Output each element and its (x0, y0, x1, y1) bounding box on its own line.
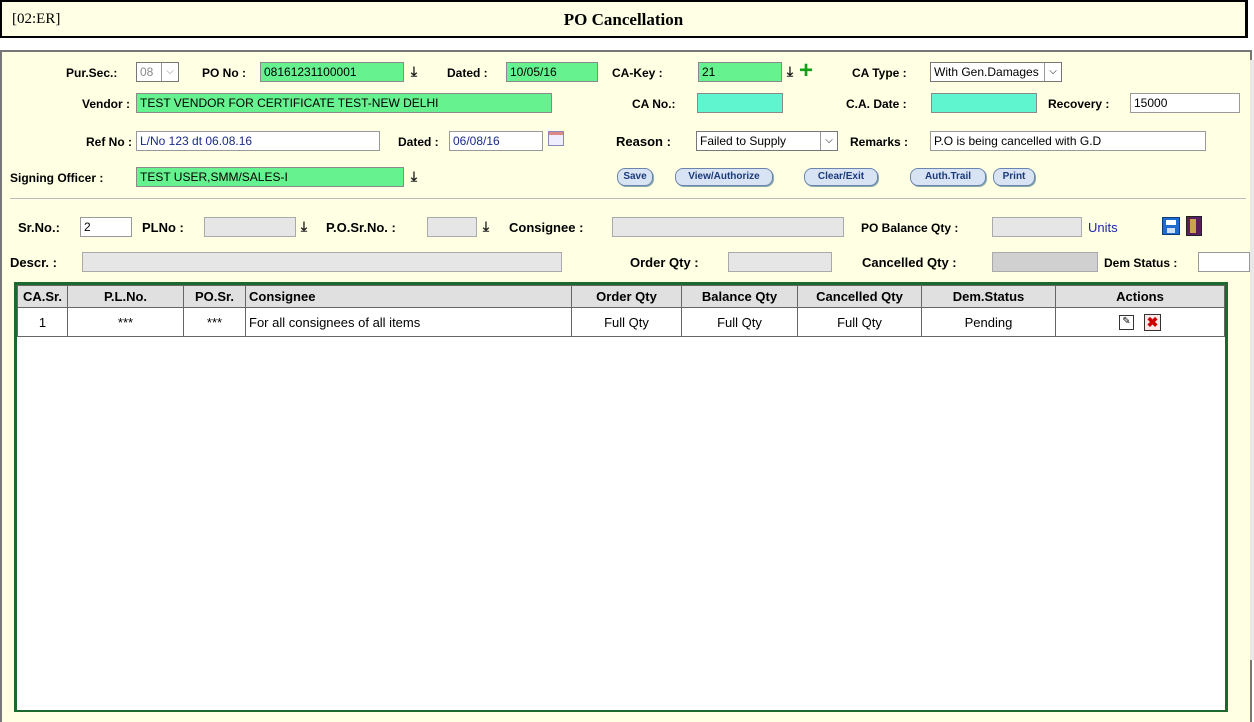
orderqty-field[interactable] (728, 252, 832, 272)
plno-label: PLNo : (142, 220, 184, 235)
cell-actions: ✎ ✖ (1055, 307, 1225, 337)
cancellation-table: CA.Sr. P.L.No. PO.Sr. Consignee Order Qt… (17, 285, 1225, 337)
pobal-label: PO Balance Qty : (861, 221, 959, 235)
descr-label: Descr. : (10, 255, 57, 270)
col-consignee: Consignee (245, 285, 572, 308)
chevron-down-icon: ⌵ (820, 132, 837, 150)
cakey-field[interactable]: 21 (698, 62, 782, 82)
title-bar: [02:ER] PO Cancellation (0, 0, 1248, 38)
print-button[interactable]: Print (993, 168, 1035, 186)
auth-trail-button[interactable]: Auth.Trail (910, 168, 986, 186)
chevron-down-icon: ⌵ (1044, 63, 1061, 81)
cell-cancelled-qty: Full Qty (797, 307, 922, 337)
cell-dem-status: Pending (921, 307, 1056, 337)
demstatus-label: Dem Status : (1104, 256, 1178, 270)
officer-lookup-icon[interactable]: ⤓ (408, 169, 420, 185)
vendor-field[interactable]: TEST VENDOR FOR CERTIFICATE TEST-NEW DEL… (136, 93, 552, 113)
cano-label: CA No.: (632, 97, 676, 111)
cadate-label: C.A. Date : (846, 97, 907, 111)
dated-label: Dated : (447, 66, 488, 80)
po-lookup-icon[interactable]: ⤓ (408, 64, 420, 80)
cancellation-grid: CA.Sr. P.L.No. PO.Sr. Consignee Order Qt… (14, 282, 1228, 712)
cancqty-label: Cancelled Qty : (862, 255, 957, 270)
consignee-label: Consignee : (509, 220, 584, 235)
officer-field[interactable]: TEST USER,SMM/SALES-I (136, 167, 404, 187)
table-row[interactable]: 1 *** *** For all consignees of all item… (17, 307, 1225, 337)
col-balance-qty: Balance Qty (681, 285, 798, 308)
cano-field[interactable] (697, 93, 783, 113)
delete-icon[interactable]: ✖ (1144, 313, 1161, 331)
pursec-select[interactable]: 08 ⌵ (136, 62, 179, 82)
srno-field[interactable]: 2 (80, 217, 132, 237)
calendar-icon[interactable] (548, 131, 564, 146)
pobal-field[interactable] (992, 217, 1082, 237)
add-plus-icon[interactable]: + (797, 59, 815, 83)
floppy-save-icon[interactable] (1162, 217, 1180, 235)
col-actions: Actions (1055, 285, 1225, 308)
plno-lookup-icon[interactable]: ⤓ (298, 219, 310, 235)
recovery-field[interactable]: 15000 (1130, 93, 1240, 113)
pursec-label: Pur.Sec.: (66, 66, 118, 80)
cell-order-qty: Full Qty (571, 307, 682, 337)
cancqty-field[interactable] (992, 252, 1098, 272)
cakey-lookup-icon[interactable]: ⤓ (784, 64, 796, 80)
col-order-qty: Order Qty (571, 285, 682, 308)
chevron-down-icon: ⌵ (161, 63, 178, 81)
col-po-sr: PO.Sr. (183, 285, 246, 308)
view-authorize-button[interactable]: View/Authorize (675, 168, 773, 186)
descr-field[interactable] (82, 252, 562, 272)
cell-pl-no: *** (67, 307, 184, 337)
catype-select[interactable]: With Gen.Damages ⌵ (930, 62, 1062, 82)
plno-field[interactable] (204, 217, 296, 237)
main-panel: Pur.Sec.: 08 ⌵ PO No : 08161231100001 ⤓ D… (0, 50, 1252, 722)
dated-field[interactable]: 10/05/16 (506, 62, 598, 82)
orderqty-label: Order Qty : (630, 255, 699, 270)
refno-label: Ref No : (86, 135, 132, 149)
col-pl-no: P.L.No. (67, 285, 184, 308)
exit-door-icon[interactable] (1186, 216, 1202, 236)
refno-field[interactable]: L/No 123 dt 06.08.16 (136, 131, 380, 151)
cell-balance-qty: Full Qty (681, 307, 798, 337)
units-label: Units (1088, 220, 1118, 235)
posrno-label: P.O.Sr.No. : (326, 220, 396, 235)
col-cancelled-qty: Cancelled Qty (797, 285, 922, 308)
cell-po-sr: *** (183, 307, 246, 337)
cell-consignee: For all consignees of all items (245, 307, 572, 337)
save-button[interactable]: Save (617, 168, 653, 186)
demstatus-field[interactable] (1198, 252, 1250, 272)
scrollbar[interactable] (1250, 60, 1254, 660)
posrno-lookup-icon[interactable]: ⤓ (480, 219, 492, 235)
edit-icon[interactable]: ✎ (1119, 314, 1134, 330)
remarks-label: Remarks : (850, 135, 909, 149)
posrno-field[interactable] (427, 217, 477, 237)
divider (10, 198, 1246, 199)
recovery-label: Recovery : (1048, 97, 1110, 111)
catype-label: CA Type : (852, 66, 907, 80)
col-dem-status: Dem.Status (921, 285, 1056, 308)
officer-label: Signing Officer : (10, 171, 104, 185)
vendor-label: Vendor : (82, 97, 131, 111)
page-title: PO Cancellation (563, 10, 684, 29)
cell-ca-sr: 1 (17, 307, 68, 337)
consignee-field[interactable] (612, 217, 844, 237)
srno-label: Sr.No.: (18, 220, 60, 235)
table-header-row: CA.Sr. P.L.No. PO.Sr. Consignee Order Qt… (17, 285, 1225, 308)
pono-label: PO No : (202, 66, 246, 80)
cadate-field[interactable] (931, 93, 1037, 113)
clear-exit-button[interactable]: Clear/Exit (804, 168, 878, 186)
remarks-field[interactable]: P.O is being cancelled with G.D (930, 131, 1206, 151)
refdated-label: Dated : (398, 135, 439, 149)
refdated-field[interactable]: 06/08/16 (449, 131, 543, 151)
col-ca-sr: CA.Sr. (17, 285, 68, 308)
pono-field[interactable]: 08161231100001 (260, 62, 404, 82)
cakey-label: CA-Key : (612, 66, 663, 80)
reason-select[interactable]: Failed to Supply ⌵ (696, 131, 838, 151)
reason-label: Reason : (616, 134, 671, 149)
